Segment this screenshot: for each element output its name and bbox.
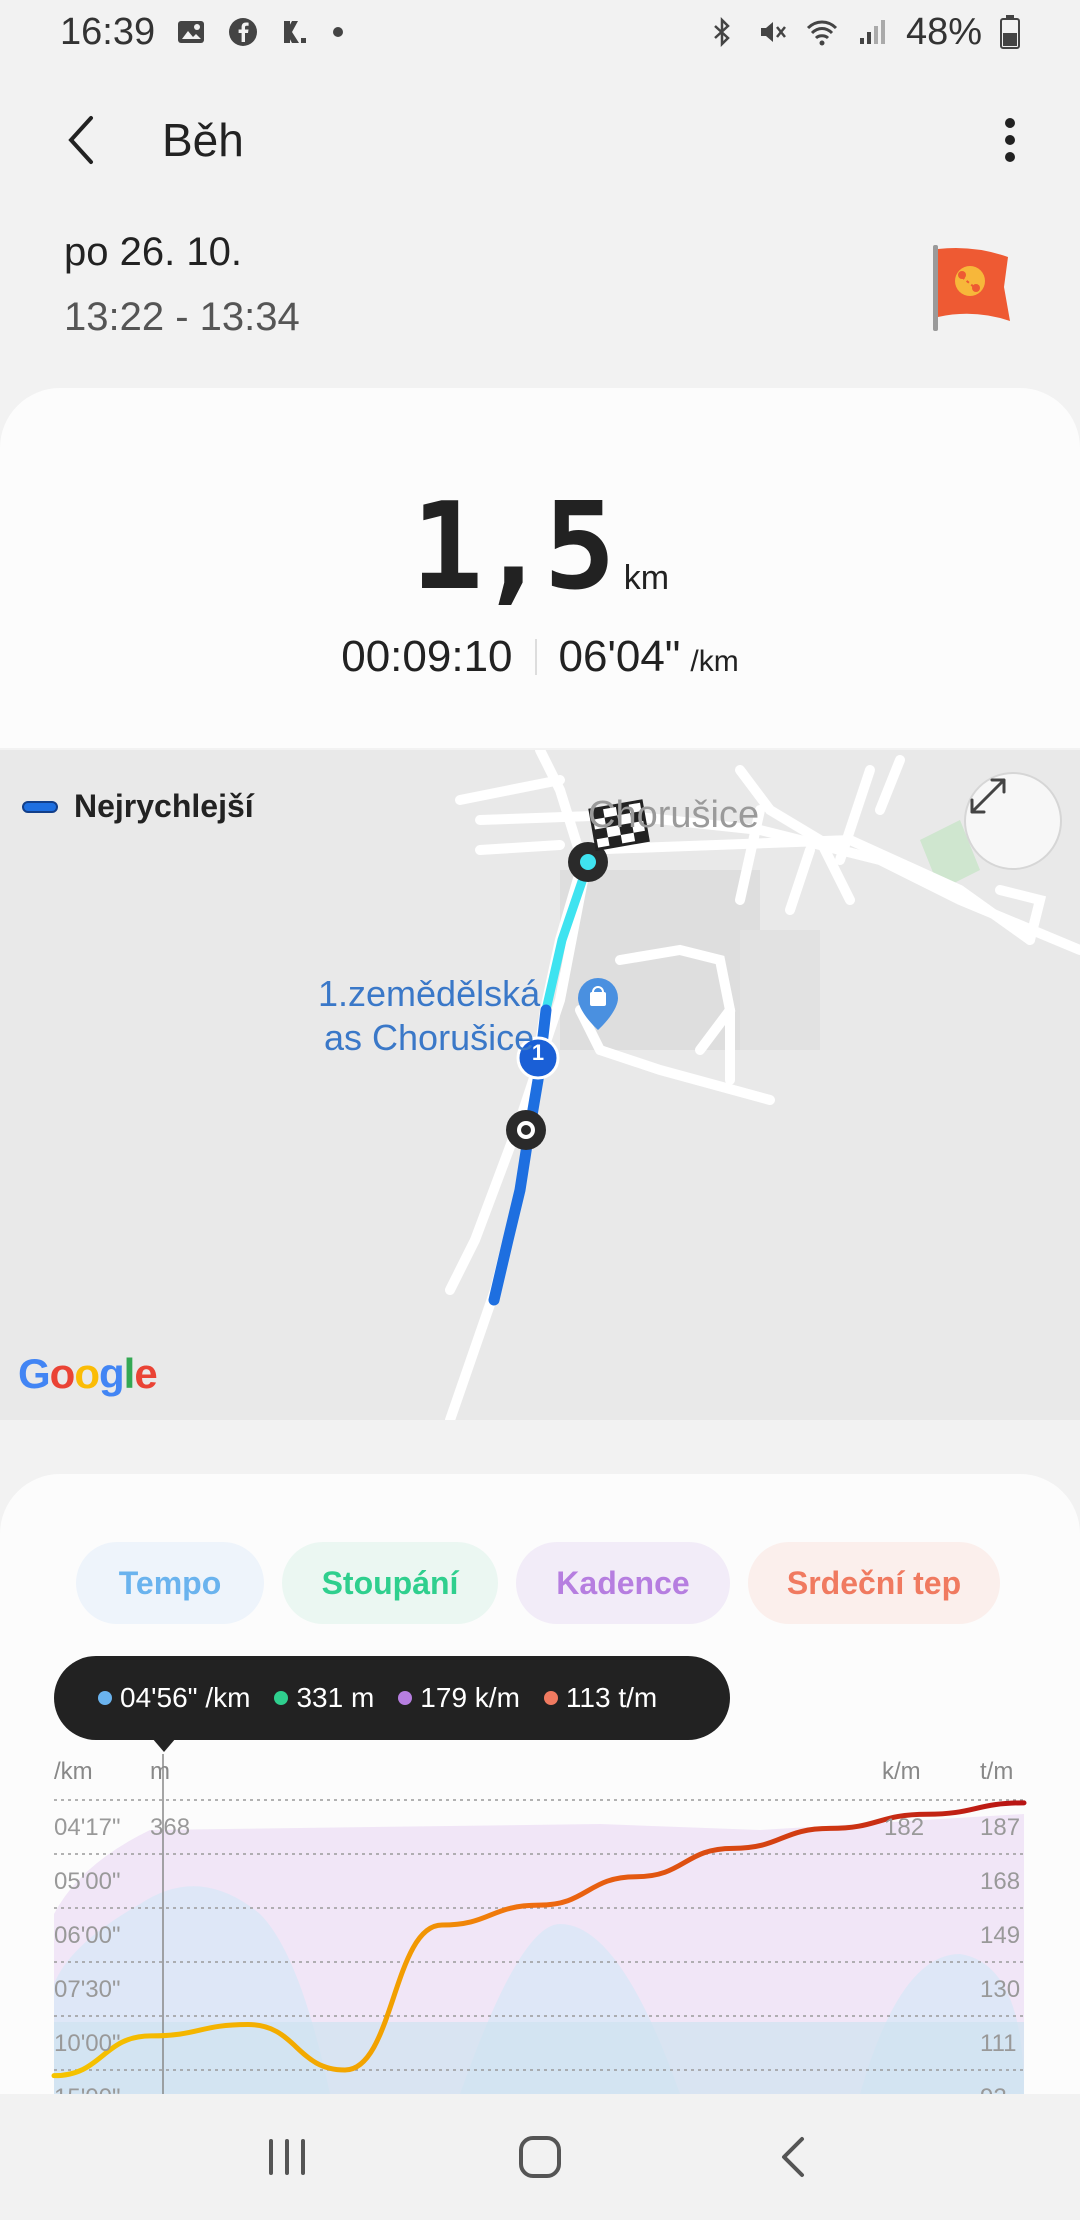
place-label-line2: as Chorušice [324, 1017, 535, 1058]
pace-tick: 05'00" [54, 1868, 121, 1895]
tooltip-elevation: 331 m [274, 1682, 374, 1714]
route-flag-icon[interactable] [930, 243, 1014, 333]
klarna-icon [284, 21, 307, 43]
place-label: 1.zemědělská as Chorušice [318, 972, 540, 1060]
tooltip-arrow [152, 1738, 176, 1752]
wifi-icon [806, 20, 837, 46]
elevation-area [54, 2022, 1024, 2094]
signal-icon [859, 20, 885, 44]
heart-rate-tick: 168 [980, 1868, 1021, 1895]
home-button[interactable] [500, 2117, 580, 2197]
bluetooth-icon [714, 16, 730, 48]
fastest-legend: Nejrychlejší [22, 788, 254, 825]
session-time-range: 13:22 - 13:34 [64, 295, 300, 339]
page-title: Běh [162, 114, 244, 166]
summary-card: 1,5 km 00:09:10 06'04" /km [0, 388, 1080, 748]
battery-percent: 48% [905, 10, 982, 53]
pace-tick: 07'30" [54, 1976, 121, 2003]
battery-icon [1000, 15, 1020, 49]
chart-card: Tempo Stoupání Kadence Srdeční tep 04'56… [0, 1474, 1080, 2094]
gallery-icon [178, 21, 205, 43]
expand-icon [970, 778, 1006, 814]
status-bar: 16:39 48% [0, 0, 1080, 64]
chart-plot[interactable] [0, 1754, 1080, 2094]
heart-rate-tick: 92 [980, 2084, 1007, 2094]
elevation-tick: 368 [150, 1814, 191, 1841]
chevron-left-icon [68, 116, 93, 164]
metric-chips: Tempo Stoupání Kadence Srdeční tep [76, 1542, 1000, 1624]
route-map[interactable]: Nejrychlejší Chorušice 1.zemědělská as C… [0, 750, 1080, 1420]
chip-cadence[interactable]: Kadence [516, 1542, 730, 1624]
heart-rate-tick: 130 [980, 1976, 1021, 2003]
pace-tick: 10'00" [54, 2030, 121, 2057]
heart-rate-tick: 111 [980, 2030, 1017, 2057]
notification-dot-icon [333, 27, 344, 37]
back-button[interactable] [50, 110, 110, 170]
chevron-left-icon [782, 2137, 805, 2177]
cadence-tick: 182 [884, 1814, 925, 1841]
facebook-icon [229, 18, 258, 46]
expand-map-button[interactable] [964, 772, 1062, 870]
home-icon [518, 2136, 561, 2178]
lap-marker-label: 1 [531, 1040, 545, 1065]
tooltip-heart-rate: 113 t/m [543, 1682, 657, 1714]
back-nav-button[interactable] [753, 2117, 833, 2197]
distance-value: 1,5 [410, 478, 616, 617]
heart-rate-tick: 149 [980, 1922, 1021, 1949]
distance-block: 1,5 km [0, 488, 1080, 608]
session-date: po 26. 10. [64, 230, 242, 274]
pace-value: 06'04" [558, 632, 681, 681]
heart-rate-tick: 187 [980, 1814, 1021, 1841]
app-bar: Běh [0, 100, 1080, 180]
map-canvas [445, 750, 1080, 1420]
pace-tick: 04'17" [54, 1814, 121, 1841]
google-logo: Google [18, 1350, 158, 1397]
chip-heart-rate[interactable]: Srdeční tep [748, 1542, 1000, 1624]
status-time: 16:39 [60, 10, 156, 53]
stat-divider [534, 639, 537, 675]
session-date-block: po 26. 10. 13:22 - 13:34 [64, 230, 300, 340]
more-vert-icon [1005, 118, 1015, 162]
fastest-swatch [22, 800, 58, 813]
pace-tick: 06'00" [54, 1922, 121, 1949]
recents-icon [268, 2139, 305, 2175]
chart-tooltip: 04'56" /km 331 m 179 k/m 113 t/m [54, 1656, 730, 1740]
distance-unit: km [623, 559, 670, 597]
duration-value: 00:09:10 [341, 632, 513, 681]
system-nav-bar [0, 2094, 1080, 2220]
recents-button[interactable] [247, 2117, 327, 2197]
pace-tick: 15'00" [54, 2084, 121, 2094]
fastest-label: Nejrychlejší [74, 788, 254, 824]
tooltip-cadence: 179 k/m [398, 1682, 520, 1714]
chip-elevation[interactable]: Stoupání [282, 1542, 498, 1624]
stats-row: 00:09:10 06'04" /km [0, 632, 1080, 682]
chip-tempo[interactable]: Tempo [76, 1542, 264, 1624]
mute-icon [760, 22, 786, 42]
pace-unit: /km [690, 645, 739, 678]
tooltip-pace: 04'56" /km [98, 1682, 250, 1714]
more-options-button[interactable] [990, 110, 1030, 170]
town-label: Chorušice [588, 794, 760, 836]
place-label-line1: 1.zemědělská [318, 973, 541, 1014]
